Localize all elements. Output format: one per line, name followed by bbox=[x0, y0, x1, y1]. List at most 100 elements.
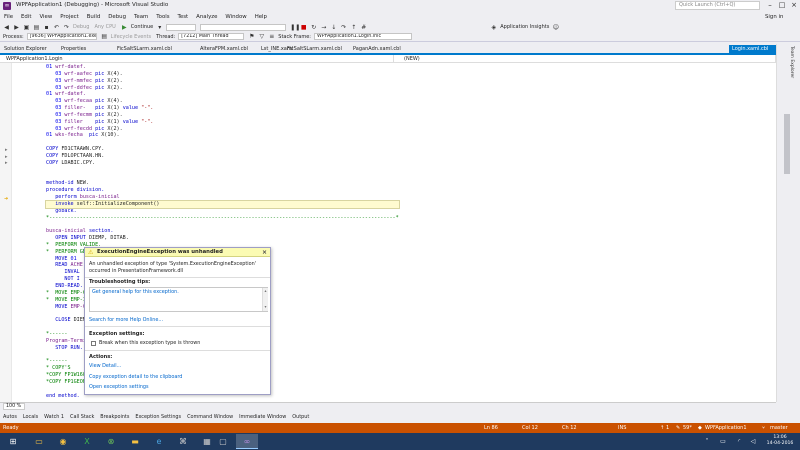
flag-icon[interactable]: ⚑ bbox=[248, 33, 255, 40]
menu-help[interactable]: Help bbox=[255, 14, 267, 20]
battery-icon[interactable]: ▭ bbox=[716, 434, 730, 449]
menu-build[interactable]: Build bbox=[87, 14, 101, 20]
tab-exception-settings[interactable]: Exception Settings bbox=[135, 414, 181, 420]
maximize-icon[interactable]: □ bbox=[776, 1, 788, 10]
lifecycle-icon[interactable]: ▤ bbox=[101, 33, 108, 40]
file-explorer-icon[interactable]: ▭ bbox=[28, 434, 50, 449]
tab-document-1[interactable]: FicSaltSLarm.xaml.cbl bbox=[114, 45, 179, 53]
repository-icon[interactable]: ◆ bbox=[698, 425, 702, 431]
menu-analyze[interactable]: Analyze bbox=[196, 14, 217, 20]
tab-call-stack[interactable]: Call Stack bbox=[70, 414, 94, 420]
app-insights-icon[interactable]: ◈ bbox=[490, 24, 497, 31]
menu-view[interactable]: View bbox=[39, 14, 52, 20]
xbox-icon[interactable]: ⊗ bbox=[100, 434, 122, 449]
view-detail-link[interactable]: View Detail... bbox=[89, 363, 121, 369]
undo-icon[interactable]: ↶ bbox=[53, 24, 60, 31]
step-into-icon[interactable]: ↓ bbox=[330, 24, 337, 31]
stack-icon[interactable]: ≡ bbox=[268, 33, 275, 40]
minimize-icon[interactable]: – bbox=[764, 1, 776, 10]
outline-expand-icon[interactable]: ▸ bbox=[5, 147, 8, 153]
folder-icon[interactable]: ▬ bbox=[124, 434, 146, 449]
menu-edit[interactable]: Edit bbox=[21, 14, 31, 20]
hex-icon[interactable]: # bbox=[360, 24, 367, 31]
tab-document-5[interactable]: PaganAdn.xaml.cbl bbox=[350, 45, 415, 53]
debug-config-combo[interactable]: Debug bbox=[73, 24, 89, 30]
chrome-icon[interactable]: ◉ bbox=[52, 434, 74, 449]
status-project[interactable]: WPFApplication1 bbox=[705, 425, 747, 431]
tab-locals[interactable]: Locals bbox=[23, 414, 38, 420]
type-combo[interactable]: WPFApplication1.Login bbox=[2, 55, 394, 63]
zoom-combo[interactable]: 100 % bbox=[3, 403, 25, 410]
menu-project[interactable]: Project bbox=[60, 14, 78, 20]
tab-immediate-window[interactable]: Immediate Window bbox=[239, 414, 286, 420]
step-over-icon[interactable]: ↷ bbox=[340, 24, 347, 31]
up-arrow-icon[interactable]: ↑ bbox=[660, 425, 664, 431]
tab-breakpoints[interactable]: Breakpoints bbox=[100, 414, 129, 420]
pause-icon[interactable]: ❚❚ bbox=[290, 24, 300, 31]
app-insights-button[interactable]: Application Insights bbox=[500, 24, 549, 30]
tips-scrollbar[interactable]: ▴ ▾ bbox=[262, 288, 268, 311]
tab-properties[interactable]: Properties bbox=[58, 45, 98, 53]
break-when-thrown-checkbox[interactable] bbox=[91, 340, 96, 346]
taskbar-clock[interactable]: 13:06 14-04-2016 bbox=[762, 435, 798, 447]
quick-launch-input[interactable]: Quick Launch (Ctrl+Q) bbox=[675, 1, 760, 10]
branch-icon[interactable]: ⑂ bbox=[762, 425, 765, 431]
menu-test[interactable]: Test bbox=[178, 14, 189, 20]
lifecycle-events-button[interactable]: Lifecycle Events bbox=[111, 34, 151, 40]
filter-icon[interactable]: ▽ bbox=[258, 33, 265, 40]
save-icon[interactable]: ▪ bbox=[43, 24, 50, 31]
network-icon[interactable]: ⌘ bbox=[172, 434, 194, 449]
tray-chevron-icon[interactable]: ˄ bbox=[700, 434, 714, 449]
editor-gutter[interactable] bbox=[0, 63, 12, 402]
status-branch[interactable]: master bbox=[770, 425, 788, 431]
tab-command-window[interactable]: Command Window bbox=[187, 414, 233, 420]
pencil-icon[interactable]: ✎ bbox=[676, 425, 680, 431]
general-help-link[interactable]: Get general help for this exception. bbox=[92, 289, 179, 295]
tab-login-active[interactable]: Login.xaml.cbl bbox=[729, 45, 776, 53]
break-when-thrown-row[interactable]: Break when this exception type is thrown bbox=[91, 340, 200, 346]
tab-autos[interactable]: Autos bbox=[3, 414, 17, 420]
scrollbar-thumb[interactable] bbox=[784, 114, 790, 174]
find-combo[interactable] bbox=[166, 23, 197, 31]
dropdown-icon[interactable]: ▾ bbox=[156, 24, 163, 31]
stop-icon[interactable]: ■ bbox=[300, 24, 307, 31]
menu-team[interactable]: Team bbox=[134, 14, 148, 20]
sign-in-link[interactable]: Sign in bbox=[765, 14, 783, 20]
stack-frame-combo[interactable]: WPFApplication1.Login.inic bbox=[313, 33, 412, 40]
redo-icon[interactable]: ↷ bbox=[63, 24, 70, 31]
menu-file[interactable]: File bbox=[4, 14, 13, 20]
open-exception-settings-link[interactable]: Open exception settings bbox=[89, 384, 149, 390]
solution-config-combo[interactable] bbox=[200, 23, 287, 31]
editor-vertical-scrollbar[interactable] bbox=[776, 44, 800, 402]
tab-output[interactable]: Output bbox=[292, 414, 309, 420]
member-combo[interactable]: (NEW) bbox=[400, 55, 776, 63]
forward-icon[interactable]: ▶ bbox=[13, 24, 20, 31]
wifi-icon[interactable]: ◜ bbox=[732, 434, 746, 449]
back-icon[interactable]: ◀ bbox=[3, 24, 10, 31]
scroll-up-icon[interactable]: ▴ bbox=[263, 288, 268, 293]
process-combo[interactable]: [9636] WPFApplication1.exe bbox=[26, 33, 97, 40]
internet-explorer-icon[interactable]: e bbox=[148, 434, 170, 449]
tab-document-2[interactable]: AlteraFPM.xaml.cbl bbox=[197, 45, 257, 53]
platform-combo[interactable]: Any CPU bbox=[94, 24, 115, 30]
excel-icon[interactable]: X bbox=[76, 434, 98, 449]
menu-tools[interactable]: Tools bbox=[156, 14, 169, 20]
outline-expand-icon[interactable]: ▸ bbox=[5, 160, 8, 166]
thread-combo[interactable]: [7212] Main Thread bbox=[178, 33, 245, 40]
status-unpushed-count[interactable]: 1 bbox=[666, 425, 669, 431]
close-icon[interactable]: × bbox=[788, 1, 800, 10]
tab-document-4[interactable]: FicSaltSLarm.xaml.cbl bbox=[284, 45, 344, 53]
new-project-icon[interactable]: ▣ bbox=[23, 24, 30, 31]
windows-start-icon[interactable]: ⊞ bbox=[2, 434, 24, 449]
search-online-link[interactable]: Search for more Help Online... bbox=[89, 317, 163, 323]
open-icon[interactable]: ▤ bbox=[33, 24, 40, 31]
copy-detail-link[interactable]: Copy exception detail to the clipboard bbox=[89, 374, 182, 380]
tab-watch-1[interactable]: Watch 1 bbox=[44, 414, 64, 420]
team-explorer-side-tab[interactable]: Team Explorer bbox=[789, 46, 794, 78]
restart-icon[interactable]: ↻ bbox=[310, 24, 317, 31]
menu-window[interactable]: Window bbox=[225, 14, 246, 20]
continue-button[interactable]: Continue bbox=[131, 24, 153, 30]
step-out-icon[interactable]: ↑ bbox=[350, 24, 357, 31]
show-next-statement-icon[interactable]: → bbox=[320, 24, 327, 31]
close-icon[interactable]: × bbox=[262, 248, 267, 257]
